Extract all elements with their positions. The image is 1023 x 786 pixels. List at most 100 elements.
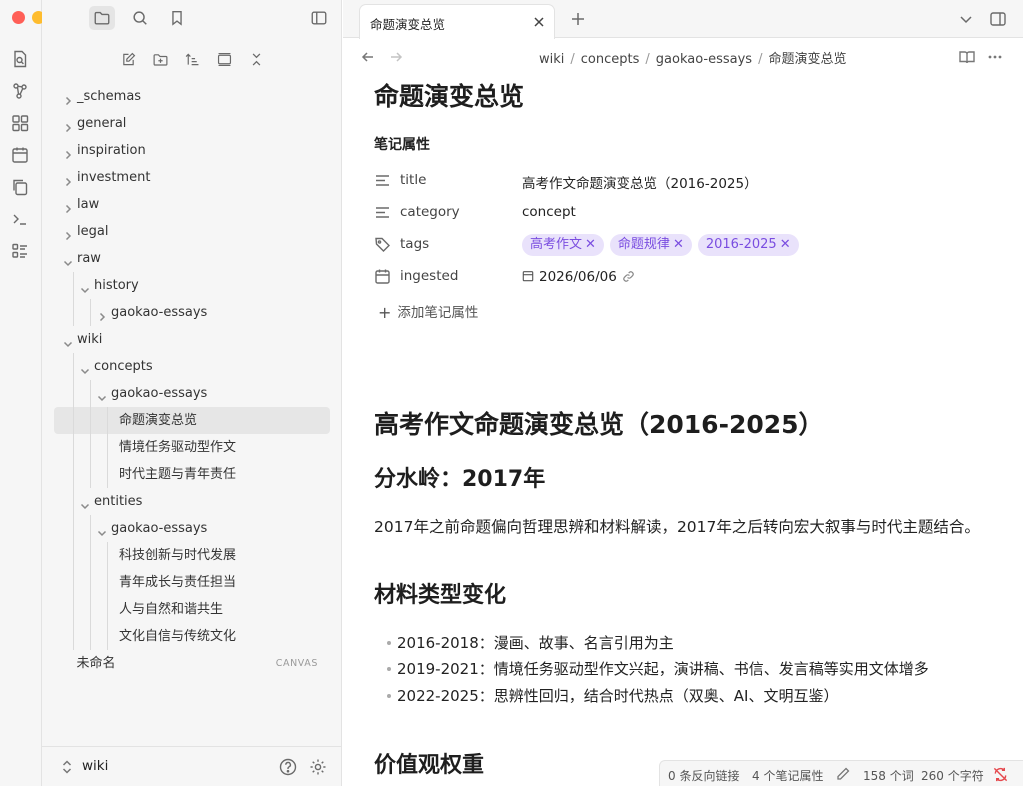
paragraph[interactable]: 2017年之前命题偏向哲理思辨和材料解读，2017年之后转向宏大叙事与时代主题结…: [374, 515, 980, 537]
more-options-icon[interactable]: [986, 48, 1004, 66]
link-icon[interactable]: [622, 270, 635, 283]
chevron-down-icon[interactable]: [79, 360, 91, 375]
new-folder-icon[interactable]: [148, 47, 172, 71]
folder-item[interactable]: investment: [54, 164, 330, 191]
property-value[interactable]: concept: [522, 204, 576, 220]
file-item[interactable]: 人与自然和谐共生: [54, 596, 330, 623]
graph-icon[interactable]: [10, 81, 30, 101]
close-tab-icon[interactable]: [532, 14, 546, 28]
list-item[interactable]: 2019-2021：情境任务驱动型作文兴起，演讲稿、书信、发言稿等实用文体增多: [387, 658, 929, 679]
remove-tag-icon[interactable]: ✕: [673, 237, 684, 252]
property-key[interactable]: tags: [400, 236, 429, 252]
folder-item[interactable]: gaokao-essays: [54, 299, 330, 326]
list-icon[interactable]: [10, 241, 30, 261]
vault-switch-icon[interactable]: [60, 759, 74, 775]
heading-1[interactable]: 高考作文命题演变总览（2016-2025）: [374, 405, 824, 441]
calendar-icon[interactable]: [10, 145, 30, 165]
property-value[interactable]: 高考作文命题演变总览（2016-2025）: [522, 172, 758, 192]
folder-item[interactable]: gaokao-essays: [54, 515, 330, 542]
canvas-item[interactable]: 未命名 CANVAS: [54, 650, 330, 677]
help-icon[interactable]: [278, 757, 298, 777]
chevron-right-icon[interactable]: [62, 117, 74, 133]
file-item[interactable]: 文化自信与传统文化: [54, 623, 330, 650]
chevron-down-icon[interactable]: [96, 387, 108, 402]
chevron-down-icon[interactable]: [79, 279, 91, 294]
heading-2[interactable]: 价值观权重: [374, 747, 484, 779]
chevron-right-icon[interactable]: [62, 144, 74, 160]
date-picker-icon[interactable]: [522, 270, 534, 282]
property-row-tags[interactable]: tags 高考作文 ✕ 命题规律 ✕ 2016-2025 ✕: [374, 233, 994, 257]
close-window-button[interactable]: [12, 11, 25, 24]
new-note-icon[interactable]: [116, 47, 140, 71]
file-item[interactable]: 青年成长与责任担当: [54, 569, 330, 596]
file-item[interactable]: 时代主题与青年责任: [54, 461, 330, 488]
property-row-title[interactable]: title 高考作文命题演变总览（2016-2025）: [374, 169, 994, 193]
folder-item[interactable]: legal: [54, 218, 330, 245]
copy-icon[interactable]: [10, 177, 30, 197]
list-item[interactable]: 2016-2018：漫画、故事、名言引用为主: [387, 632, 674, 653]
collapse-all-icon[interactable]: [244, 47, 268, 71]
file-search-icon[interactable]: [10, 49, 30, 69]
tag-chip[interactable]: 高考作文 ✕: [522, 234, 604, 256]
add-property-button[interactable]: + 添加笔记属性: [378, 301, 478, 322]
edit-pencil-icon[interactable]: [835, 766, 851, 785]
folder-item[interactable]: general: [54, 110, 330, 137]
remove-tag-icon[interactable]: ✕: [585, 237, 596, 252]
back-arrow-icon[interactable]: [359, 48, 377, 66]
vault-name[interactable]: wiki: [82, 758, 108, 774]
chevron-down-icon[interactable]: [79, 495, 91, 510]
tag-chip[interactable]: 命题规律 ✕: [609, 234, 692, 256]
chevron-down-icon[interactable]: [62, 252, 74, 267]
collapse-view-icon[interactable]: [212, 47, 236, 71]
chevron-right-icon[interactable]: [62, 90, 74, 106]
bookmark-icon[interactable]: [164, 6, 190, 30]
sort-icon[interactable]: [180, 47, 204, 71]
folder-item[interactable]: inspiration: [54, 137, 330, 164]
folder-item[interactable]: _schemas: [54, 83, 330, 110]
chevron-right-icon[interactable]: [62, 198, 74, 214]
heading-2[interactable]: 分水岭：2017年: [374, 461, 545, 493]
folder-item[interactable]: history: [54, 272, 330, 299]
new-tab-plus-icon[interactable]: [569, 10, 587, 28]
tab-note[interactable]: 命题演变总览: [359, 4, 555, 39]
list-item[interactable]: 2022-2025：思辨性回归，结合时代热点（双奥、AI、文明互鉴）: [386, 685, 838, 706]
tab-list-chevron-down-icon[interactable]: [957, 10, 975, 28]
breadcrumb-item[interactable]: concepts: [581, 52, 640, 67]
file-item[interactable]: 情境任务驱动型作文: [54, 434, 330, 461]
property-key[interactable]: category: [400, 204, 460, 220]
file-item[interactable]: 科技创新与时代发展: [54, 542, 330, 569]
heading-2[interactable]: 材料类型变化: [374, 577, 506, 609]
folder-item[interactable]: raw: [54, 245, 330, 272]
property-row-ingested[interactable]: ingested 2026/06/06: [374, 265, 994, 289]
chevron-down-icon[interactable]: [96, 522, 108, 537]
chevron-right-icon[interactable]: [96, 306, 108, 322]
file-item[interactable]: 命题演变总览: [54, 407, 330, 434]
backlinks-count[interactable]: 0 条反向链接: [668, 767, 739, 784]
tag-chip[interactable]: 2016-2025 ✕: [697, 234, 799, 256]
forward-arrow-icon[interactable]: [387, 48, 405, 66]
folder-item[interactable]: wiki: [54, 326, 330, 353]
property-key[interactable]: ingested: [400, 268, 458, 284]
folder-icon[interactable]: [89, 6, 115, 30]
blocks-icon[interactable]: [10, 113, 30, 133]
reading-view-book-icon[interactable]: [958, 48, 976, 66]
chevron-right-icon[interactable]: [62, 171, 74, 187]
settings-gear-icon[interactable]: [308, 757, 328, 777]
toggle-sidebar-icon[interactable]: [306, 6, 332, 30]
folder-item[interactable]: law: [54, 191, 330, 218]
note-title[interactable]: 命题演变总览: [374, 77, 524, 113]
toggle-right-sidebar-icon[interactable]: [989, 10, 1007, 28]
folder-item[interactable]: entities: [54, 488, 330, 515]
breadcrumb-current[interactable]: 命题演变总览: [768, 52, 846, 67]
property-row-category[interactable]: category concept: [374, 201, 994, 225]
chevron-down-icon[interactable]: [62, 333, 74, 348]
search-icon[interactable]: [127, 6, 153, 30]
date-value[interactable]: 2026/06/06: [522, 268, 635, 285]
folder-item[interactable]: concepts: [54, 353, 330, 380]
remove-tag-icon[interactable]: ✕: [780, 237, 791, 252]
breadcrumb-item[interactable]: gaokao-essays: [656, 52, 752, 67]
property-key[interactable]: title: [400, 172, 426, 188]
sync-error-icon[interactable]: [992, 766, 1009, 786]
terminal-icon[interactable]: [10, 209, 30, 229]
chevron-right-icon[interactable]: [62, 225, 74, 241]
